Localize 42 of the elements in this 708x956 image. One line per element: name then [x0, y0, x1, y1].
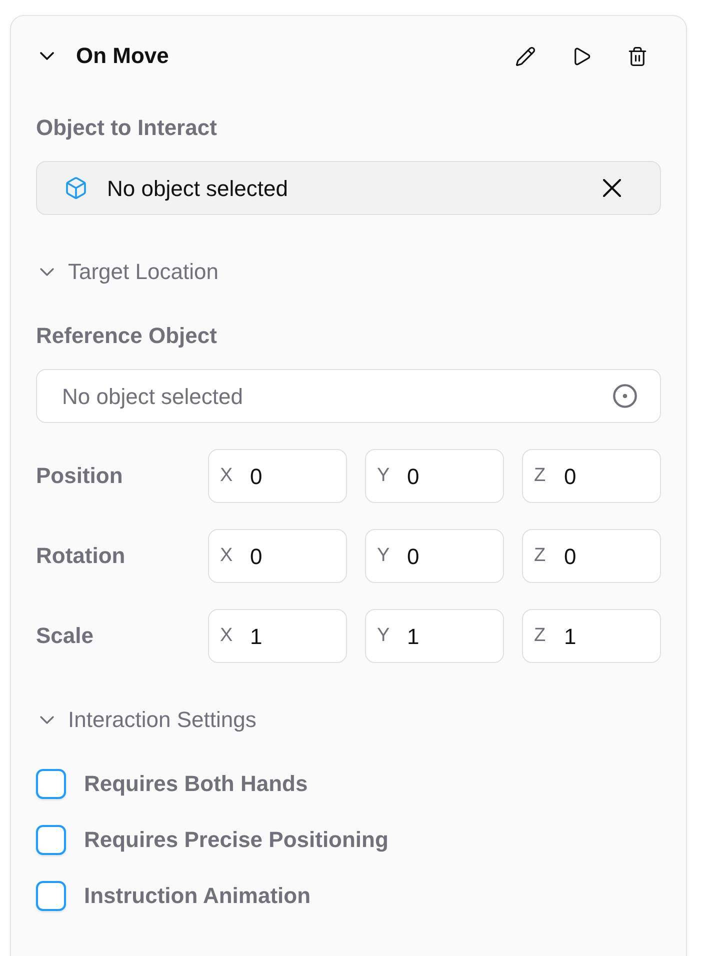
axis-label: X: [220, 624, 234, 648]
coordinate-field[interactable]: Z 0: [522, 449, 661, 503]
axis-label: Y: [377, 624, 391, 648]
checkbox[interactable]: [36, 769, 66, 799]
object-picker-field[interactable]: No object selected: [36, 161, 661, 215]
chevron-down-icon: [40, 52, 54, 60]
coordinate-field[interactable]: Z 0: [522, 529, 661, 583]
transform-label: Rotation: [36, 542, 126, 570]
checkbox[interactable]: [36, 881, 66, 911]
field-label: Reference Object: [36, 322, 218, 350]
cube-icon: [64, 176, 88, 200]
checkbox-label: Requires Both Hands: [84, 770, 308, 798]
pencil-icon: [514, 46, 536, 66]
section-toggle[interactable]: Interaction Settings: [36, 706, 256, 734]
trash-icon: [626, 46, 648, 66]
checkbox-label: Instruction Animation: [84, 882, 311, 910]
transform-label: Scale: [36, 622, 94, 650]
checkbox[interactable]: [36, 825, 66, 855]
coordinate-field[interactable]: Y 0: [365, 529, 504, 583]
card-title: On Move: [76, 42, 169, 70]
coordinate-field[interactable]: Y 1: [365, 609, 504, 663]
axis-label: Z: [534, 544, 547, 568]
axis-label: X: [220, 544, 234, 568]
section-toggle[interactable]: Target Location: [36, 258, 218, 286]
transform-label: Position: [36, 462, 124, 490]
coordinate-field[interactable]: X 1: [208, 609, 347, 663]
axis-label: Y: [377, 544, 391, 568]
chevron-down-icon: [40, 716, 54, 724]
close-icon: [603, 179, 621, 197]
axis-label: Y: [377, 464, 391, 488]
coordinate-field[interactable]: Y 0: [365, 449, 504, 503]
axis-label: Z: [534, 624, 547, 648]
reference-object-field[interactable]: No object selected: [36, 369, 661, 423]
coordinate-field[interactable]: X 0: [208, 449, 347, 503]
chevron-down-icon: [40, 268, 54, 276]
coordinate-field[interactable]: Z 1: [522, 609, 661, 663]
checkbox-label: Requires Precise Positioning: [84, 826, 388, 854]
coordinate-field[interactable]: X 0: [208, 529, 347, 583]
target-icon: [612, 383, 638, 409]
axis-label: Z: [534, 464, 547, 488]
field-label: Object to Interact: [36, 114, 218, 142]
axis-label: X: [220, 464, 234, 488]
